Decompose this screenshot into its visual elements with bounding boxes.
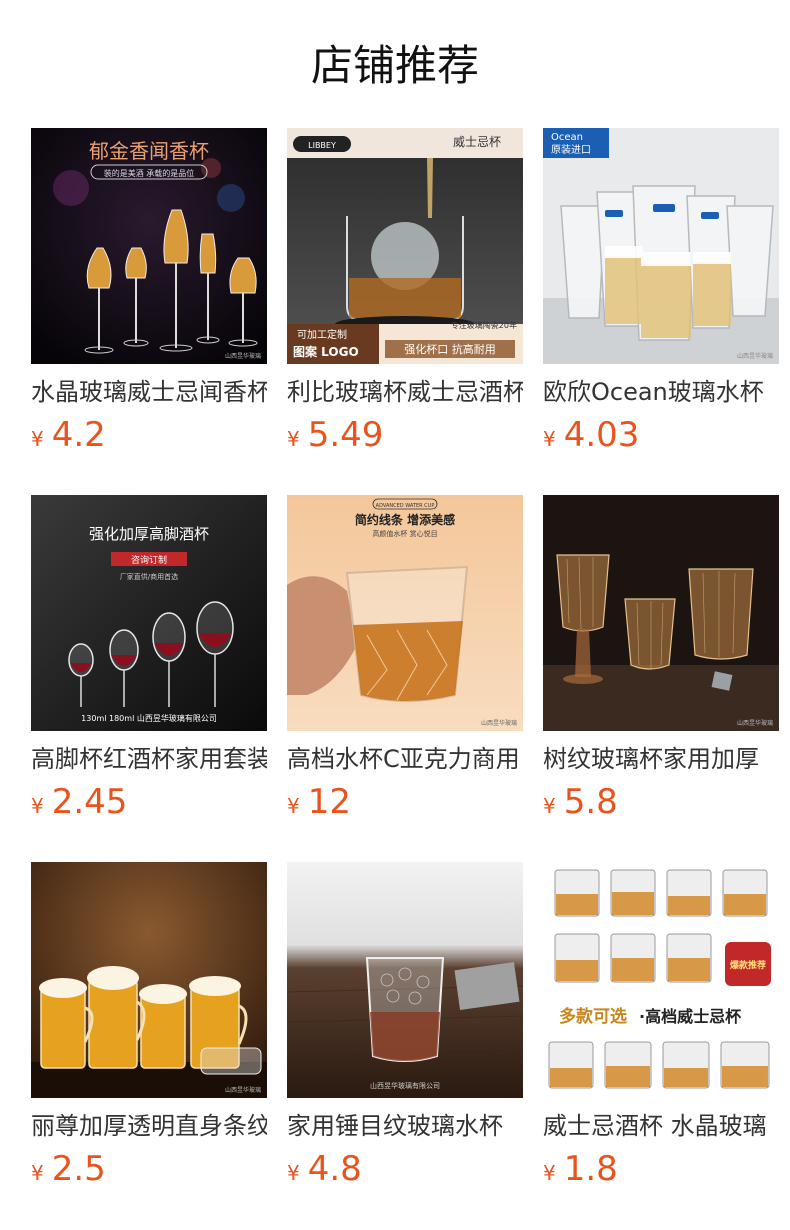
svg-text:威士忌杯: 威士忌杯 — [453, 135, 501, 149]
currency-symbol: ¥ — [31, 1161, 44, 1185]
currency-symbol: ¥ — [287, 427, 300, 451]
product-name[interactable]: 家用锤目纹玻璃水杯 — [287, 1111, 523, 1141]
product-name[interactable]: 利比玻璃杯威士忌酒杯 — [287, 377, 523, 407]
price-value: 4.03 — [563, 415, 640, 455]
product-card[interactable]: 山西昱华玻璃 丽尊加厚透明直身条纹 ¥2.5 — [31, 862, 267, 1193]
product-image[interactable]: 爆款推荐 多款可选 ·高档威士忌杯 — [543, 862, 779, 1098]
product-image[interactable]: ADVANCED WATER CUP 简约线条 增添美感 高颜值水杯 赏心悦目 … — [287, 495, 523, 731]
svg-text:专注玻璃陶瓷20年: 专注玻璃陶瓷20年 — [451, 320, 517, 330]
svg-text:高颜值水杯 赏心悦目: 高颜值水杯 赏心悦目 — [372, 529, 437, 538]
product-price: ¥12 — [287, 784, 523, 826]
svg-text:Ocean: Ocean — [551, 132, 583, 143]
svg-text:山西昱华玻璃: 山西昱华玻璃 — [737, 719, 773, 727]
product-name[interactable]: 高档水杯C亚克力商用 — [287, 744, 523, 774]
price-value: 4.8 — [307, 1149, 362, 1189]
product-price: ¥2.45 — [31, 784, 267, 826]
product-image[interactable]: 强化加厚高脚酒杯 咨询订制 厂家直供/商用首选 130ml 180ml 山西昱华… — [31, 495, 267, 731]
currency-symbol: ¥ — [287, 794, 300, 818]
price-value: 4.2 — [51, 415, 106, 455]
svg-text:山西昱华玻璃: 山西昱华玻璃 — [225, 352, 261, 360]
product-card[interactable]: 山西昱华玻璃有限公司 家用锤目纹玻璃水杯 ¥4.8 — [287, 862, 523, 1193]
product-image[interactable]: Ocean 原装进口 山西昱华玻璃 — [543, 128, 779, 364]
svg-text:山西昱华玻璃: 山西昱华玻璃 — [737, 352, 773, 360]
price-value: 5.49 — [307, 415, 384, 455]
currency-symbol: ¥ — [31, 794, 44, 818]
product-price: ¥1.8 — [543, 1151, 779, 1193]
image-headline: 郁金香闻香杯 — [89, 139, 209, 163]
price-value: 2.45 — [51, 782, 128, 822]
product-card[interactable]: LIBBEY 威士忌杯 可加工定制 图案 LOGO 专注玻璃陶瓷20年 强化杯口… — [287, 128, 523, 459]
product-price: ¥2.5 — [31, 1151, 267, 1193]
svg-text:多款可选: 多款可选 — [559, 1006, 627, 1027]
svg-text:装的是美酒 承载的是品位: 装的是美酒 承载的是品位 — [104, 168, 195, 178]
svg-text:原装进口: 原装进口 — [551, 143, 591, 156]
svg-text:强化杯口 抗高耐用: 强化杯口 抗高耐用 — [404, 342, 496, 356]
product-price: ¥4.03 — [543, 417, 779, 459]
currency-symbol: ¥ — [543, 427, 556, 451]
product-price: ¥4.2 — [31, 417, 267, 459]
page-title: 店铺推荐 — [310, 41, 479, 90]
product-name[interactable]: 水晶玻璃威士忌闻香杯 — [31, 377, 267, 407]
product-card[interactable]: Ocean 原装进口 山西昱华玻璃 欧欣Ocean玻璃水杯 ¥ 4.03 — [543, 128, 779, 459]
product-name[interactable]: 丽尊加厚透明直身条纹 — [31, 1111, 267, 1141]
price-value: 2.5 — [51, 1149, 106, 1189]
svg-text:可加工定制: 可加工定制 — [297, 328, 347, 341]
currency-symbol: ¥ — [287, 1161, 300, 1185]
product-image[interactable]: LIBBEY 威士忌杯 可加工定制 图案 LOGO 专注玻璃陶瓷20年 强化杯口… — [287, 128, 523, 364]
product-name[interactable]: 树纹玻璃杯家用加厚 — [543, 744, 779, 774]
svg-text:LIBBEY: LIBBEY — [308, 141, 336, 150]
product-card[interactable]: ADVANCED WATER CUP 简约线条 增添美感 高颜值水杯 赏心悦目 … — [287, 495, 523, 826]
svg-text:山西昱华玻璃: 山西昱华玻璃 — [481, 719, 517, 727]
svg-text:130ml 180ml 山西昱华玻璃有限公司: 130ml 180ml 山西昱华玻璃有限公司 — [81, 713, 217, 723]
price-value: 1.8 — [563, 1149, 618, 1189]
svg-text:ADVANCED WATER CUP: ADVANCED WATER CUP — [376, 503, 435, 509]
currency-symbol: ¥ — [543, 1161, 556, 1185]
price-value: 12 — [307, 782, 351, 822]
product-card[interactable]: 山西昱华玻璃 树纹玻璃杯家用加厚 ¥5.8 — [543, 495, 779, 826]
product-image[interactable]: 郁金香闻香杯 装的是美酒 承载的是品位 山西昱华玻璃 — [31, 128, 267, 364]
currency-symbol: ¥ — [543, 794, 556, 818]
svg-text:厂家直供/商用首选: 厂家直供/商用首选 — [120, 572, 178, 581]
product-name[interactable]: 高脚杯红酒杯家用套装 — [31, 744, 267, 774]
product-card[interactable]: 强化加厚高脚酒杯 咨询订制 厂家直供/商用首选 130ml 180ml 山西昱华… — [31, 495, 267, 826]
svg-text:山西昱华玻璃: 山西昱华玻璃 — [225, 1086, 261, 1094]
svg-text:强化加厚高脚酒杯: 强化加厚高脚酒杯 — [89, 525, 209, 543]
svg-text:咨询订制: 咨询订制 — [131, 554, 167, 566]
currency-symbol: ¥ — [31, 427, 44, 451]
product-image[interactable]: 山西昱华玻璃 — [543, 495, 779, 731]
product-price: ¥4.8 — [287, 1151, 523, 1193]
svg-text:山西昱华玻璃有限公司: 山西昱华玻璃有限公司 — [370, 1081, 440, 1090]
product-image[interactable]: 山西昱华玻璃有限公司 — [287, 862, 523, 1098]
product-name[interactable]: 欧欣Ocean玻璃水杯 — [543, 377, 779, 407]
product-card[interactable]: 郁金香闻香杯 装的是美酒 承载的是品位 山西昱华玻璃 水晶玻璃威士忌闻香杯 ¥ … — [31, 128, 267, 459]
product-image[interactable]: 山西昱华玻璃 — [31, 862, 267, 1098]
svg-text:爆款推荐: 爆款推荐 — [730, 959, 766, 971]
product-price: ¥5.49 — [287, 417, 523, 459]
svg-text:·高档威士忌杯: ·高档威士忌杯 — [639, 1007, 742, 1026]
svg-text:简约线条 增添美感: 简约线条 增添美感 — [355, 512, 455, 527]
product-name[interactable]: 威士忌酒杯 水晶玻璃 — [543, 1111, 779, 1141]
product-price: ¥5.8 — [543, 784, 779, 826]
product-card[interactable]: 爆款推荐 多款可选 ·高档威士忌杯 威士忌酒杯 水晶玻璃 ¥1.8 — [543, 862, 779, 1193]
price-value: 5.8 — [563, 782, 618, 822]
svg-text:图案 LOGO: 图案 LOGO — [293, 344, 359, 359]
